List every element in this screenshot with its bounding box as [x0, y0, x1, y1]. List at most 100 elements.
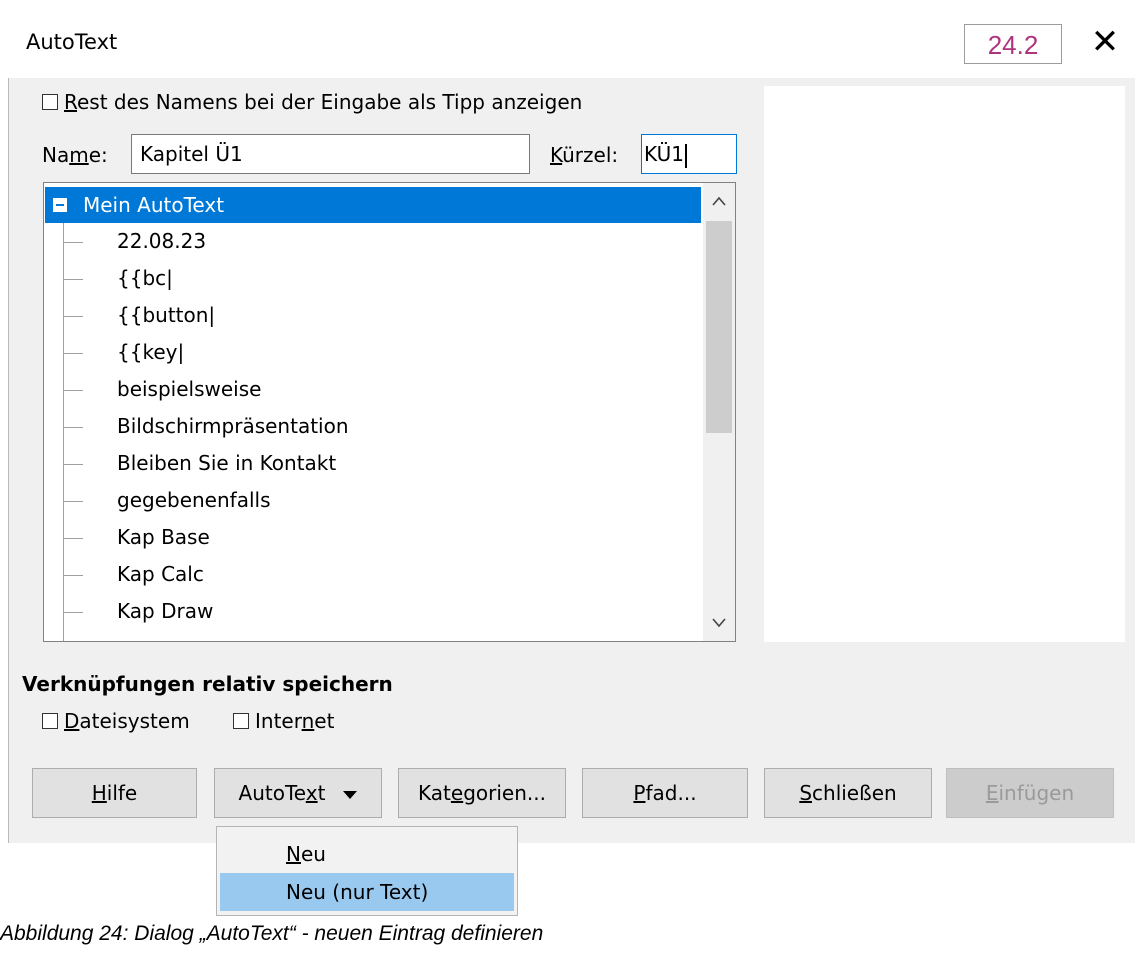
tree-branch: [63, 427, 83, 428]
tree-branch: [63, 242, 83, 243]
tree-item[interactable]: Bleiben Sie in Kontakt: [63, 445, 693, 481]
tree-item-label: Kap Calc: [117, 562, 204, 586]
tree-item-label: 22.08.23: [117, 229, 207, 253]
categories-button[interactable]: Kategorien...: [398, 768, 566, 818]
help-text: ilfe: [106, 781, 138, 805]
tree-item[interactable]: {{key|: [63, 334, 693, 370]
internet-mnemonic: n: [301, 709, 315, 733]
close-button[interactable]: Schließen: [764, 768, 932, 818]
autotext-mnemonic: x: [305, 781, 318, 805]
tree-item[interactable]: Kap Calc: [63, 556, 693, 592]
insert-text: infügen: [998, 781, 1075, 805]
tree-root-label: Mein AutoText: [83, 193, 225, 217]
autotext-tree[interactable]: Mein AutoText 22.08.23 {{bc| {{button| {…: [43, 182, 736, 642]
version-badge: 24.2: [964, 24, 1062, 64]
tree-item[interactable]: Kap Draw: [63, 593, 693, 629]
path-text: fad...: [645, 781, 697, 805]
tree-branch: [63, 279, 83, 280]
menu-item-new-text-only[interactable]: Neu (nur Text): [220, 873, 514, 911]
name-label: Name:: [42, 143, 108, 167]
scrollbar-thumb[interactable]: [706, 221, 732, 433]
filesystem-label: Dateisystem: [64, 709, 190, 733]
tree-item-label: gegebenenfalls: [117, 488, 271, 512]
shortcut-input-value: KÜ1: [644, 142, 684, 166]
show-tip-label-mnemonic: R: [64, 90, 77, 114]
tree-item-label: {{key|: [117, 340, 185, 364]
tree-branch: [63, 538, 83, 539]
insert-button[interactable]: Einfügen: [946, 768, 1114, 818]
text-cursor: [684, 143, 687, 168]
internet-pre: Inter: [255, 709, 302, 733]
shortcut-label-mnemonic: K: [550, 143, 563, 167]
tree-item[interactable]: 22.08.23: [63, 223, 693, 259]
internet-post: et: [314, 709, 335, 733]
autotext-pre: AutoTe: [238, 781, 306, 805]
tree-branch: [63, 464, 83, 465]
tree-item-label: {{bc|: [117, 266, 173, 290]
tree-item-label: Kap Base: [117, 525, 210, 549]
name-label-pre: Na: [42, 143, 70, 167]
name-input[interactable]: Kapitel Ü1: [131, 134, 530, 174]
tree-item[interactable]: Kap Base: [63, 519, 693, 555]
tree-item-label: Kap Draw: [117, 599, 214, 623]
tree-scrollbar[interactable]: [703, 183, 735, 641]
close-mnemonic: S: [799, 781, 813, 805]
filesystem-text: ateisystem: [79, 709, 190, 733]
menu-new-text: eu: [300, 842, 326, 866]
show-tip-label-text: est des Namens bei der Eingabe als Tipp …: [77, 90, 583, 114]
tree-branch: [63, 575, 83, 576]
menu-new-mnemonic: N: [286, 842, 301, 866]
tree-item-label: Bildschirmpräsentation: [117, 414, 349, 438]
collapse-icon[interactable]: [53, 198, 67, 212]
close-text: chließen: [812, 781, 897, 805]
tree-item[interactable]: beispielsweise: [63, 371, 693, 407]
internet-label: Internet: [255, 709, 334, 733]
show-tip-label: Rest des Namens bei der Eingabe als Tipp…: [64, 90, 582, 114]
insert-mnemonic: E: [985, 781, 999, 805]
tree-item[interactable]: Bildschirmpräsentation: [63, 408, 693, 444]
tree-item-label: {{button|: [117, 303, 216, 327]
tree-branch: [63, 501, 83, 502]
shortcut-label: Kürzel:: [550, 143, 618, 167]
shortcut-label-post: ürzel:: [562, 143, 619, 167]
menu-new-text-only-label: Neu (nur Text): [286, 880, 429, 904]
dropdown-arrow-icon: [343, 790, 358, 799]
internet-checkbox[interactable]: [233, 713, 249, 729]
autotext-menu-button[interactable]: AutoText: [214, 768, 382, 818]
categories-mnemonic: e: [450, 781, 464, 805]
close-icon[interactable]: ✕: [1088, 22, 1122, 62]
tree-branch: [63, 612, 83, 613]
scroll-up-icon[interactable]: [703, 183, 735, 219]
path-mnemonic: P: [633, 781, 646, 805]
scroll-down-icon[interactable]: [703, 605, 735, 641]
show-tip-checkbox[interactable]: [42, 94, 58, 110]
tree-branch: [63, 316, 83, 317]
tree-root-item[interactable]: Mein AutoText: [45, 187, 701, 223]
help-mnemonic: H: [91, 781, 107, 805]
tree-item[interactable]: {{button|: [63, 297, 693, 333]
tree-branch: [63, 353, 83, 354]
tree-item[interactable]: gegebenenfalls: [63, 482, 693, 518]
name-label-post: e:: [88, 143, 108, 167]
dialog-title: AutoText: [26, 30, 118, 54]
filesystem-checkbox[interactable]: [42, 713, 58, 729]
preview-pane: [764, 86, 1125, 642]
chevron-up-icon: [712, 196, 726, 206]
chevron-down-icon: [712, 618, 726, 628]
autotext-post: t: [317, 781, 326, 805]
links-section-title: Verknüpfungen relativ speichern: [22, 672, 393, 696]
shortcut-input[interactable]: KÜ1: [641, 134, 737, 174]
help-button[interactable]: Hilfe: [32, 768, 197, 818]
path-button[interactable]: Pfad...: [582, 768, 748, 818]
name-label-mnemonic: m: [69, 143, 89, 167]
autotext-dropdown-menu: Neu Neu (nur Text): [216, 826, 518, 916]
figure-caption: Abbildung 24: Dialog „AutoText“ - neuen …: [0, 922, 544, 945]
tree-branch: [63, 390, 83, 391]
categories-pre: Kat: [418, 781, 451, 805]
filesystem-mnemonic: D: [64, 709, 80, 733]
menu-item-new[interactable]: Neu: [220, 835, 514, 873]
tree-item[interactable]: {{bc|: [63, 260, 693, 296]
tree-item-label: Bleiben Sie in Kontakt: [117, 451, 337, 475]
categories-post: gorien...: [463, 781, 546, 805]
tree-item-label: beispielsweise: [117, 377, 262, 401]
